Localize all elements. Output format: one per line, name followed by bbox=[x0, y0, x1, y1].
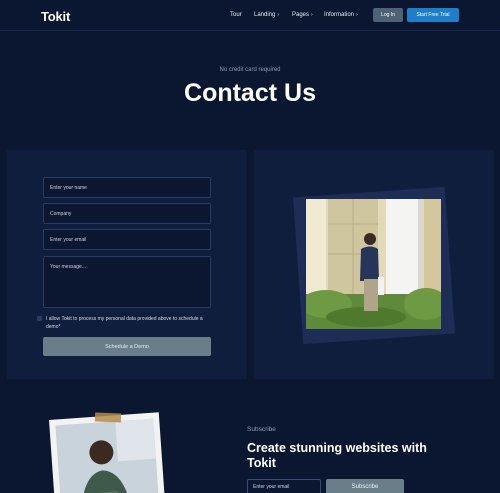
site-header: Tokit Tour Landing › Pages › Information › … bbox=[0, 0, 500, 31]
name-input[interactable]: Enter your name bbox=[43, 177, 211, 198]
man-walking-photo bbox=[306, 199, 441, 329]
man-portrait-photo bbox=[55, 418, 160, 493]
company-input[interactable]: Company bbox=[43, 203, 211, 224]
page-title: Contact Us bbox=[184, 79, 316, 107]
login-button[interactable]: Log In bbox=[373, 8, 403, 22]
subscribe-button[interactable]: Subscribe bbox=[326, 479, 404, 493]
subscribe-email-input[interactable]: Enter your email bbox=[247, 479, 321, 493]
tape-decoration bbox=[94, 412, 122, 423]
nav-pages[interactable]: Pages › bbox=[292, 12, 313, 18]
nav-tour-label: Tour bbox=[230, 12, 242, 18]
chevron-right-icon: › bbox=[311, 12, 313, 18]
nav-information[interactable]: Information › bbox=[324, 12, 358, 18]
consent-checkbox[interactable] bbox=[37, 316, 42, 321]
chevron-right-icon: › bbox=[356, 12, 358, 18]
hero-eyebrow: No credit card required bbox=[219, 67, 281, 73]
photo-illustration bbox=[306, 199, 441, 329]
nav-tour[interactable]: Tour bbox=[230, 12, 242, 18]
chevron-right-icon: › bbox=[277, 12, 280, 18]
subscribe-title: Create stunning websites with Tokit bbox=[247, 441, 427, 470]
consent-label: I allow Tokit to process my personal dat… bbox=[46, 316, 203, 330]
schedule-demo-button[interactable]: Schedule a Demo bbox=[43, 337, 211, 356]
logo[interactable]: Tokit bbox=[41, 9, 70, 24]
message-textarea[interactable]: Your message... bbox=[43, 256, 211, 308]
nav-landing[interactable]: Landing › bbox=[254, 12, 279, 18]
nav-information-label: Information bbox=[324, 12, 355, 18]
start-trial-button[interactable]: Start Free Trial bbox=[407, 8, 459, 22]
email-input[interactable]: Enter your email bbox=[43, 229, 211, 250]
nav-landing-label: Landing bbox=[254, 12, 276, 18]
polaroid-photo bbox=[48, 412, 166, 493]
nav-pages-label: Pages bbox=[292, 12, 310, 18]
portrait-illustration bbox=[55, 418, 160, 493]
subscribe-eyebrow: Subscribe bbox=[247, 426, 276, 433]
